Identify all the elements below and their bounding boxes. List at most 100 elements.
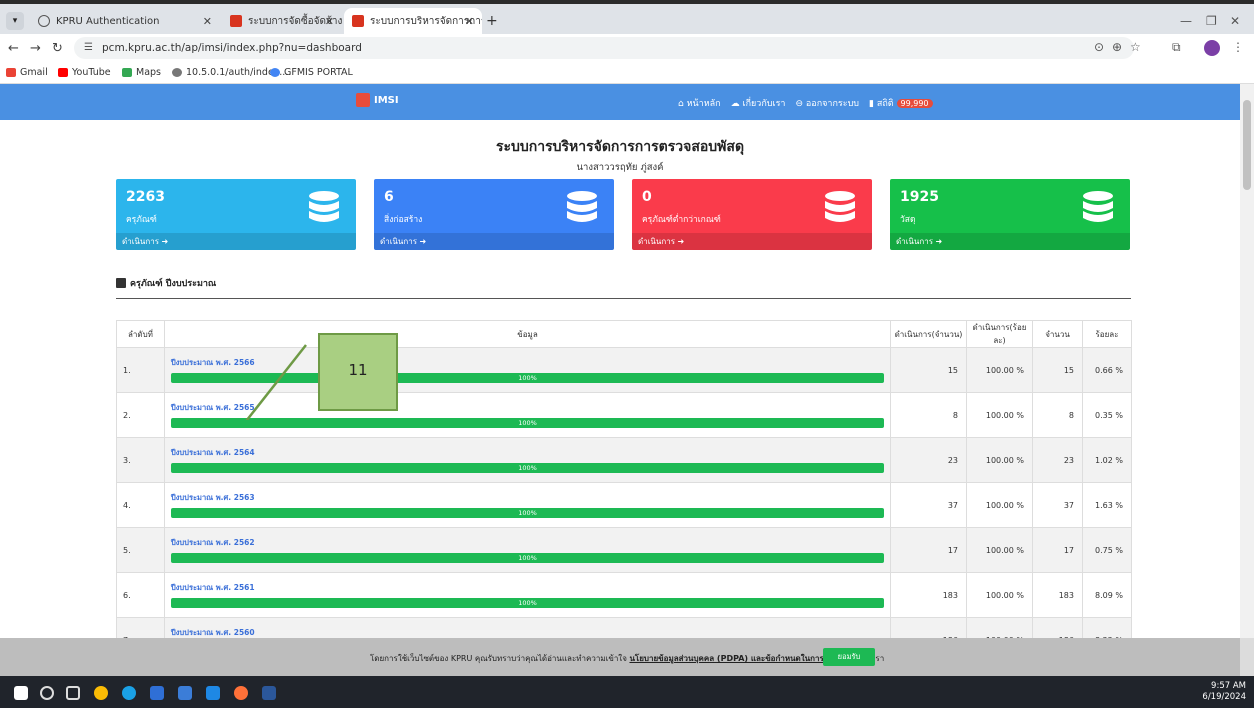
budget-year-link[interactable]: ปีงบประมาณ พ.ศ. 2564 [171,447,884,459]
row-index: 6. [116,572,165,618]
row-done-percent: 100.00 % [966,617,1033,638]
card-building-action[interactable]: ดำเนินการ ➜ [374,233,614,250]
close-icon[interactable]: ✕ [325,15,334,28]
row-index: 7. [116,617,165,638]
row-done-count: 23 [890,437,967,483]
scrollbar-thumb[interactable] [1243,100,1251,190]
row-info: ปีงบประมาณ พ.ศ. 2564 100% [164,437,891,483]
row-count: 183 [1032,572,1083,618]
close-icon[interactable]: ✕ [203,15,212,28]
back-icon[interactable]: ← [8,41,19,56]
site-navbar: IMSI ⌂ หน้าหลัก ☁ เกี่ยวกับเรา ⊖ ออกจากร… [0,84,1240,120]
row-info: ปีงบประมาณ พ.ศ. 2562 100% [164,527,891,573]
budget-year-link[interactable]: ปีงบประมาณ พ.ศ. 2561 [171,582,884,594]
pdpa-policy-link[interactable]: นโยบายข้อมูลส่วนบุคคล (PDPA) และข้อกำหนด… [629,654,856,663]
tab-kpru-auth[interactable]: KPRU Authentication ✕ [30,8,220,34]
bookmark-youtube[interactable]: YouTube [58,67,111,78]
progress-bar: 100% [171,463,884,473]
globe-icon [172,68,182,77]
edge-icon[interactable] [122,686,136,700]
row-share: 1.02 % [1082,437,1132,483]
progress-bar: 100% [171,553,884,563]
site-info-icon[interactable]: ☰ [84,42,93,53]
windows-start-icon[interactable] [14,686,28,700]
row-info: ปีงบประมาณ พ.ศ. 2560100% [164,617,891,638]
nav-stats-link[interactable]: ▮ สถิติ 99,990 [869,96,933,110]
address-bar[interactable]: pcm.kpru.ac.th/ap/imsi/index.php?nu=dash… [74,37,1134,59]
row-count: 37 [1032,482,1083,528]
restore-icon[interactable]: ❐ [1206,14,1217,28]
dashboard-content: ระบบการบริหารจัดการการตรวจสอบพัสดุ นางสา… [0,120,1240,638]
gfmis-icon [270,68,280,77]
tab-inspection-active[interactable]: ระบบการบริหารจัดการการตรวจสอบ ✕ [344,8,482,34]
zoom-icon[interactable]: ⊕ [1112,40,1122,54]
row-done-percent: 100.00 % [966,482,1033,528]
word-icon[interactable] [262,686,276,700]
bookmark-gmail[interactable]: Gmail [6,67,48,78]
close-window-icon[interactable]: ✕ [1230,14,1240,28]
header-count: จำนวน [1032,320,1083,348]
row-done-count: 8 [890,392,967,438]
bookmark-star-icon[interactable]: ☆ [1130,40,1141,54]
card-supplies-action[interactable]: ดำเนินการ ➜ [890,233,1130,250]
progress-bar: 100% [171,508,884,518]
file-explorer-icon[interactable] [150,686,164,700]
location-icon[interactable]: ⊙ [1094,40,1104,54]
row-share: 0.35 % [1082,392,1132,438]
bookmark-gfmis[interactable]: GFMIS PORTAL [270,67,353,78]
annotation-callout: 11 [318,333,398,411]
logo-icon [356,93,370,107]
row-done-percent: 100.00 % [966,392,1033,438]
header-done-count: ดำเนินการ(จำนวน) [890,320,967,348]
accept-cookie-button[interactable]: ยอมรับ [823,648,875,666]
gmail-icon [6,68,16,77]
tab-procurement[interactable]: ระบบการจัดซื้อจัดจ้างและการบริหาร ✕ [222,8,342,34]
row-info: ปีงบประมาณ พ.ศ. 2563 100% [164,482,891,528]
site-favicon-icon [352,15,364,27]
row-index: 3. [116,437,165,483]
row-index: 5. [116,527,165,573]
row-count: 15 [1032,347,1083,393]
mail-icon[interactable] [206,686,220,700]
budget-year-link[interactable]: ปีงบประมาณ พ.ศ. 2560 [171,627,884,638]
close-icon[interactable]: ✕ [465,15,474,28]
nav-logout-link[interactable]: ⊖ ออกจากระบบ [795,96,859,110]
row-index: 4. [116,482,165,528]
profile-avatar[interactable] [1204,40,1220,56]
budget-year-link[interactable]: ปีงบประมาณ พ.ศ. 2562 [171,537,884,549]
navbar-menu: ⌂ หน้าหลัก ☁ เกี่ยวกับเรา ⊖ ออกจากระบบ ▮… [678,96,933,110]
task-view-icon[interactable] [66,686,80,700]
database-icon [1083,191,1113,222]
windows-taskbar: 9:57 AM 6/19/2024 [0,676,1254,708]
store-icon[interactable] [178,686,192,700]
firefox-icon[interactable] [234,686,248,700]
cookie-text: โดยการใช้เว็บไซต์ของ KPRU คุณรับทราบว่าค… [370,654,884,663]
brand-logo-link[interactable]: IMSI [356,93,399,107]
bookmark-maps[interactable]: Maps [122,67,161,78]
taskbar-clock[interactable]: 9:57 AM 6/19/2024 [1202,681,1246,703]
header-done-percent: ดำเนินการ(ร้อยละ) [966,320,1033,348]
page-viewport: IMSI ⌂ หน้าหลัก ☁ เกี่ยวกับเรา ⊖ ออกจากร… [0,84,1240,638]
bookmarks-bar: Gmail YouTube Maps 10.5.0.1/auth/index..… [0,62,1254,84]
youtube-icon [58,68,68,77]
kebab-menu-icon[interactable]: ⋮ [1232,40,1244,54]
nav-home-link[interactable]: ⌂ หน้าหลัก [678,96,721,110]
tab-search-button[interactable]: ▾ [6,12,24,30]
minimize-icon[interactable]: — [1180,14,1192,28]
row-done-count: 17 [890,527,967,573]
row-count: 23 [1032,437,1083,483]
chrome-icon[interactable] [94,686,108,700]
budget-year-link[interactable]: ปีงบประมาณ พ.ศ. 2563 [171,492,884,504]
card-low-value-action[interactable]: ดำเนินการ ➜ [632,233,872,250]
nav-about-link[interactable]: ☁ เกี่ยวกับเรา [731,96,786,110]
search-icon[interactable] [40,686,54,700]
new-tab-button[interactable]: + [486,13,498,29]
reload-icon[interactable]: ↻ [52,41,63,56]
row-done-percent: 100.00 % [966,527,1033,573]
page-scrollbar[interactable] [1240,84,1254,638]
card-building: 6 สิ่งก่อสร้าง ดำเนินการ ➜ [374,179,614,250]
extensions-icon[interactable]: ⧉ [1172,40,1181,55]
row-done-count: 37 [890,482,967,528]
forward-icon[interactable]: → [30,41,41,56]
row-done-percent: 100.00 % [966,347,1033,393]
